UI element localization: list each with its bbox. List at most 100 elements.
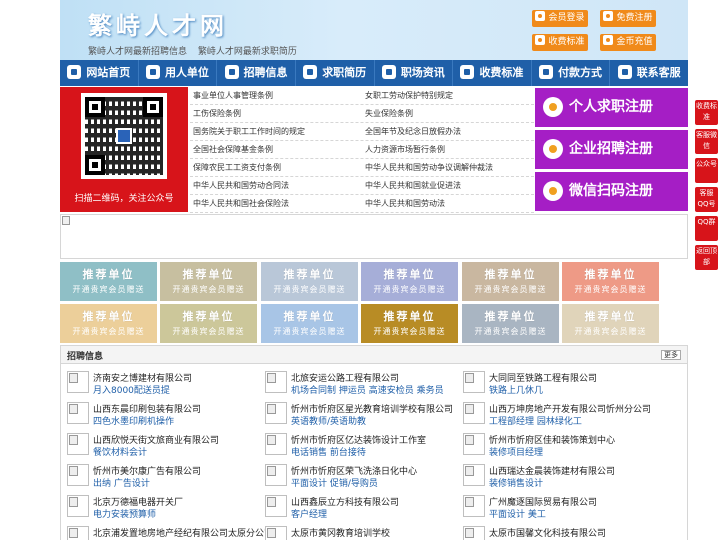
company-logo-icon[interactable] <box>463 433 485 455</box>
policy-link[interactable]: 中华人民共和国劳动法 <box>362 195 534 212</box>
job-listing[interactable]: 大同同至铁路工程有限公司 铁路上几休几 <box>457 368 647 396</box>
job-listing[interactable]: 山西万坤房地产开发有限公司忻州分公司 工程部经理 园林绿化工 <box>457 399 651 427</box>
policy-link[interactable]: 全国社会保障基金条例 <box>190 141 362 158</box>
recommend-tile[interactable]: 推荐单位 开通贵宾会员赠送 <box>160 304 257 343</box>
nav-item-home[interactable]: 网站首页 <box>60 60 139 86</box>
job-listing[interactable]: 山西瑞达金晨装饰建材有限公司 装修销售设计 <box>457 461 647 489</box>
job-listing[interactable]: 山西东晨印刷包装有限公司 四色水墨印刷机操作 <box>61 399 251 427</box>
job-position[interactable]: 餐饮材料会计 <box>93 445 147 458</box>
job-position[interactable]: 平面设计 促销/导购员 <box>291 476 378 489</box>
company-logo-icon[interactable] <box>67 495 89 517</box>
job-position[interactable]: 电力安装预算师 <box>93 507 156 520</box>
policy-link[interactable]: 中华人民共和国就业促进法 <box>362 177 534 194</box>
policy-link[interactable]: 中华人民共和国劳动合同法 <box>190 177 362 194</box>
job-listing[interactable]: 北京万德福电器开关厂 电力安装预算师 <box>61 492 251 520</box>
latest-resumes-link[interactable]: 繁峙人才网最新求职简历 <box>198 47 297 57</box>
job-listing[interactable]: 太原市国馨文化科技有限公司园林工程师 <box>457 523 647 540</box>
company-logo-icon[interactable] <box>67 464 89 486</box>
recommend-tile[interactable]: 推荐单位 开通贵宾会员赠送 <box>261 304 358 343</box>
job-position[interactable]: 四色水墨印刷机操作 <box>93 414 174 427</box>
policy-link[interactable]: 人力资源市场暂行条例 <box>362 141 534 158</box>
company-logo-icon[interactable] <box>67 526 89 540</box>
job-position[interactable]: 英语教师/英语助教 <box>291 414 366 427</box>
policy-link[interactable]: 失业保险条例 <box>362 105 534 122</box>
policy-link[interactable]: 女职工劳动保护特别规定 <box>362 87 534 104</box>
nav-item-employers[interactable]: 用人单位 <box>139 60 218 86</box>
nav-item-jobs[interactable]: 招聘信息 <box>217 60 296 86</box>
job-listing[interactable]: 太原市黄冈教育培训学校初中数学老师 <box>259 523 449 540</box>
side-back-to-top[interactable]: 返回顶部 <box>695 245 718 270</box>
ad-banner[interactable] <box>60 214 688 259</box>
job-listing[interactable]: 山西鑫辰立方科技有限公司 客户经理 <box>259 492 449 520</box>
recommend-tile[interactable]: 推荐单位 开通贵宾会员赠送 <box>562 262 659 301</box>
recommend-tile[interactable]: 推荐单位 开通贵宾会员赠送 <box>562 304 659 343</box>
company-logo-icon[interactable] <box>463 495 485 517</box>
job-position[interactable]: 客户经理 <box>291 507 327 520</box>
company-logo-icon[interactable] <box>463 371 485 393</box>
job-position[interactable]: 工程部经理 园林绿化工 <box>489 414 582 427</box>
job-listing[interactable]: 济南安之博建材有限公司 月入8000配送员提 <box>61 368 251 396</box>
company-logo-icon[interactable] <box>265 371 287 393</box>
policy-link[interactable]: 工伤保险条例 <box>190 105 362 122</box>
policy-link[interactable]: 中华人民共和国劳动争议调解仲裁法 <box>362 159 534 176</box>
job-position[interactable]: 机场合同制 押运员 高速安检员 乘务员 <box>291 383 444 396</box>
side-service-qq[interactable]: 客服QQ号 <box>695 187 718 212</box>
company-logo-icon[interactable] <box>463 402 485 424</box>
policy-link[interactable]: 事业单位人事管理条例 <box>190 87 362 104</box>
job-listing[interactable]: 北旅安运公路工程有限公司 机场合同制 押运员 高速安检员 乘务员 <box>259 368 449 396</box>
latest-jobs-link[interactable]: 繁峙人才网最新招聘信息 <box>88 47 187 57</box>
nav-item-news[interactable]: 职场资讯 <box>375 60 454 86</box>
side-official-account[interactable]: 公众号 <box>695 158 718 183</box>
recommend-tile[interactable]: 推荐单位 开通贵宾会员赠送 <box>60 262 157 301</box>
job-listing[interactable]: 忻州市忻府区佳和装饰策划中心 装修项目经理 <box>457 430 647 458</box>
recommend-tile[interactable]: 推荐单位 开通贵宾会员赠送 <box>361 304 458 343</box>
side-fee-standard[interactable]: 收费标准 <box>695 100 718 125</box>
recommend-tile[interactable]: 推荐单位 开通贵宾会员赠送 <box>60 304 157 343</box>
job-listing[interactable]: 北京浦发置地房地产经纪有限公司太原分公司置业顾问 <box>61 523 273 540</box>
nav-item-resumes[interactable]: 求职简历 <box>296 60 375 86</box>
nav-item-fees[interactable]: 收费标准 <box>453 60 532 86</box>
job-listing[interactable]: 山西欣悦天街文旅商业有限公司 餐饮材料会计 <box>61 430 251 458</box>
company-logo-icon[interactable] <box>265 402 287 424</box>
job-position[interactable]: 平面设计 美工 <box>489 507 546 520</box>
recommend-tile[interactable]: 推荐单位 开通贵宾会员赠送 <box>261 262 358 301</box>
job-position[interactable]: 铁路上几休几 <box>489 383 543 396</box>
policy-link[interactable]: 全国年节及纪念日放假办法 <box>362 123 534 140</box>
company-logo-icon[interactable] <box>463 526 485 540</box>
wechat-register-button[interactable]: 微信扫码注册 <box>535 172 688 211</box>
recommend-tile[interactable]: 推荐单位 开通贵宾会员赠送 <box>462 262 559 301</box>
company-logo-icon[interactable] <box>265 433 287 455</box>
nav-item-contact[interactable]: 联系客服 <box>610 60 688 86</box>
company-logo-icon[interactable] <box>67 402 89 424</box>
recommend-tile[interactable]: 推荐单位 开通贵宾会员赠送 <box>160 262 257 301</box>
company-logo-icon[interactable] <box>67 371 89 393</box>
side-service-wechat[interactable]: 客服微信 <box>695 129 718 154</box>
member-login-button[interactable]: 会员登录 <box>532 10 588 27</box>
job-listing[interactable]: 忻州市忻府区荣飞洗涤日化中心 平面设计 促销/导购员 <box>259 461 449 489</box>
company-logo-icon[interactable] <box>265 495 287 517</box>
job-position[interactable]: 电话销售 前台接待 <box>291 445 366 458</box>
nav-item-payment[interactable]: 付款方式 <box>532 60 611 86</box>
job-listing[interactable]: 广州魔逐国际贸易有限公司 平面设计 美工 <box>457 492 647 520</box>
job-listing[interactable]: 忻州市忻府区星光教育培训学校有限公司 英语教师/英语助教 <box>259 399 453 427</box>
company-logo-icon[interactable] <box>265 526 287 540</box>
fee-standard-button[interactable]: 收费标准 <box>532 34 588 51</box>
gold-recharge-button[interactable]: 金币充值 <box>600 34 656 51</box>
company-register-button[interactable]: 企业招聘注册 <box>535 130 688 169</box>
company-logo-icon[interactable] <box>463 464 485 486</box>
free-register-button[interactable]: 免费注册 <box>600 10 656 27</box>
recommend-tile[interactable]: 推荐单位 开通贵宾会员赠送 <box>462 304 559 343</box>
job-position[interactable]: 出纳 广告设计 <box>93 476 150 489</box>
policy-link[interactable]: 保障农民工工资支付条例 <box>190 159 362 176</box>
personal-register-button[interactable]: 个人求职注册 <box>535 88 688 127</box>
side-qq-group[interactable]: QQ群 <box>695 216 718 241</box>
company-logo-icon[interactable] <box>67 433 89 455</box>
job-position[interactable]: 月入8000配送员提 <box>93 383 170 396</box>
site-title[interactable]: 繁峙人才网 <box>88 6 228 41</box>
company-logo-icon[interactable] <box>265 464 287 486</box>
policy-link[interactable]: 国务院关于职工工作时间的规定 <box>190 123 362 140</box>
job-position[interactable]: 装修销售设计 <box>489 476 543 489</box>
policy-link[interactable]: 中华人民共和国社会保险法 <box>190 195 362 212</box>
recommend-tile[interactable]: 推荐单位 开通贵宾会员赠送 <box>361 262 458 301</box>
job-position[interactable]: 装修项目经理 <box>489 445 543 458</box>
